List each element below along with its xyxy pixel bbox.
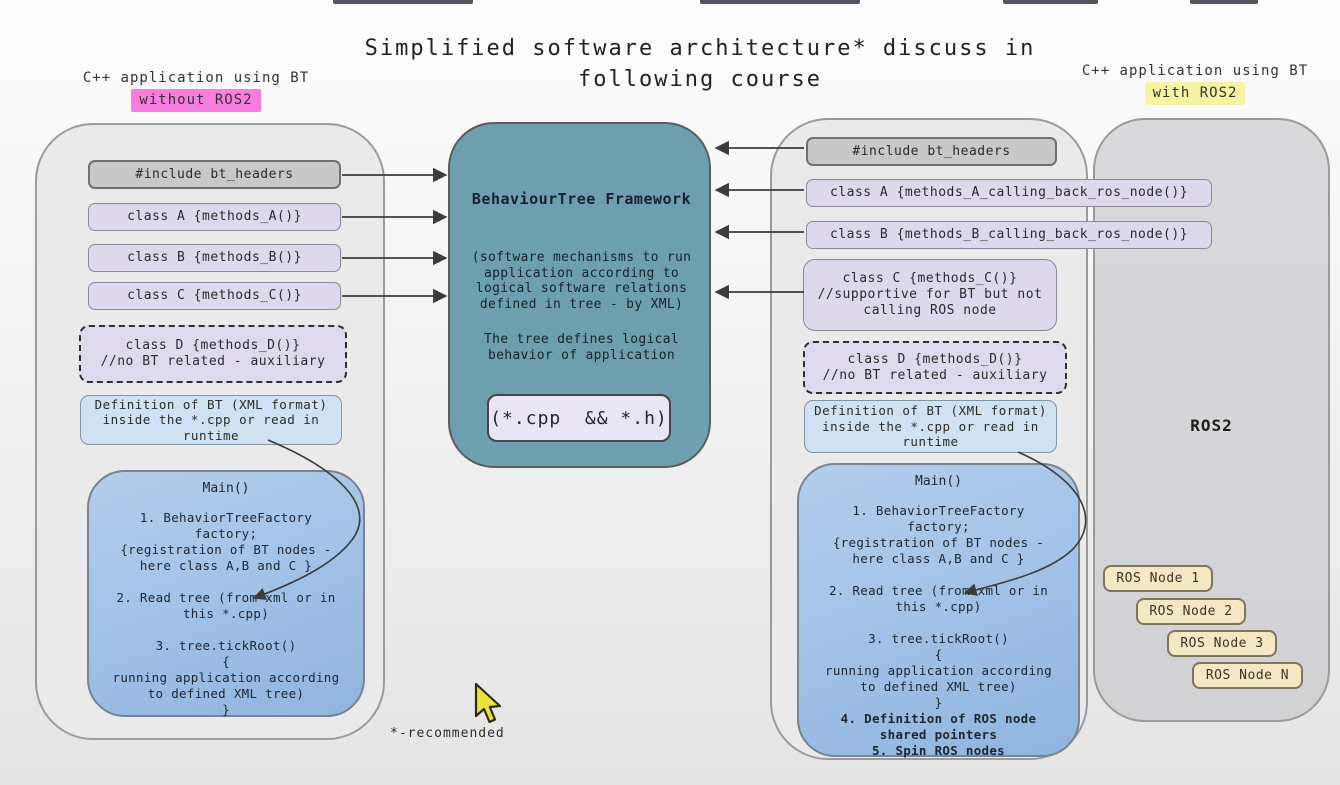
left-class-b-box: class B {methods_B()} bbox=[88, 244, 341, 272]
right-include-box: #include bt_headers bbox=[806, 137, 1057, 166]
page-title: Simplified software architecture* discus… bbox=[300, 33, 1100, 95]
right-main-box: Main() 1. BehaviorTreeFactory factory; {… bbox=[797, 463, 1080, 757]
framework-title: BehaviourTree Framework bbox=[450, 190, 713, 208]
top-edge-mark bbox=[700, 0, 860, 4]
left-include-box: #include bt_headers bbox=[88, 160, 341, 189]
left-main-body: 1. BehaviorTreeFactory factory; {registr… bbox=[89, 510, 363, 718]
ros-node-1: ROS Node 1 bbox=[1103, 565, 1213, 592]
right-class-d-box: class D {methods_D()} //no BT related - … bbox=[803, 341, 1067, 394]
left-main-title: Main() bbox=[89, 481, 363, 496]
right-bt-definition-box: Definition of BT (XML format) inside the… bbox=[804, 400, 1057, 453]
right-header-highlight: with ROS2 bbox=[1145, 82, 1246, 105]
recommended-footnote: *-recommended bbox=[390, 726, 505, 741]
ros-node-2: ROS Node 2 bbox=[1136, 598, 1246, 625]
left-header-text: C++ application using BT bbox=[60, 68, 332, 89]
top-edge-mark bbox=[333, 0, 473, 4]
page-title-line1: Simplified software architecture* discus… bbox=[300, 33, 1100, 64]
right-class-c-box: class C {methods_C()} //supportive for B… bbox=[803, 259, 1057, 331]
top-edge-mark bbox=[1003, 0, 1098, 4]
left-header-highlight: without ROS2 bbox=[131, 89, 260, 112]
mouse-cursor-icon bbox=[468, 682, 510, 730]
right-column-header: C++ application using BT with ROS2 bbox=[1063, 61, 1327, 105]
right-class-b-box: class B {methods_B_calling_back_ros_node… bbox=[806, 221, 1212, 249]
ros-node-3: ROS Node 3 bbox=[1167, 630, 1277, 657]
left-class-c-box: class C {methods_C()} bbox=[88, 282, 341, 310]
left-class-d-box: class D {methods_D()} //no BT related - … bbox=[79, 325, 347, 383]
left-column-header: C++ application using BT without ROS2 bbox=[60, 68, 332, 112]
page-title-line2: following course bbox=[300, 64, 1100, 95]
left-bt-definition-box: Definition of BT (XML format) inside the… bbox=[80, 395, 342, 445]
left-class-a-box: class A {methods_A()} bbox=[88, 203, 341, 231]
cpp-h-files-box: (*.cpp && *.h) bbox=[487, 394, 671, 442]
right-main-ros-steps: 4. Definition of ROS node shared pointer… bbox=[799, 711, 1078, 759]
ros2-label: ROS2 bbox=[1093, 416, 1330, 435]
framework-tree-note: The tree defines logical behavior of app… bbox=[450, 332, 713, 363]
top-edge-mark bbox=[1190, 0, 1258, 4]
right-class-a-box: class A {methods_A_calling_back_ros_node… bbox=[806, 179, 1212, 207]
right-main-title: Main() bbox=[799, 474, 1078, 489]
right-main-body: 1. BehaviorTreeFactory factory; {registr… bbox=[799, 503, 1078, 711]
left-main-box: Main() 1. BehaviorTreeFactory factory; {… bbox=[87, 470, 365, 717]
framework-description: (software mechanisms to run application … bbox=[450, 250, 713, 312]
right-header-text: C++ application using BT bbox=[1063, 61, 1327, 82]
ros-node-n: ROS Node N bbox=[1192, 662, 1303, 689]
